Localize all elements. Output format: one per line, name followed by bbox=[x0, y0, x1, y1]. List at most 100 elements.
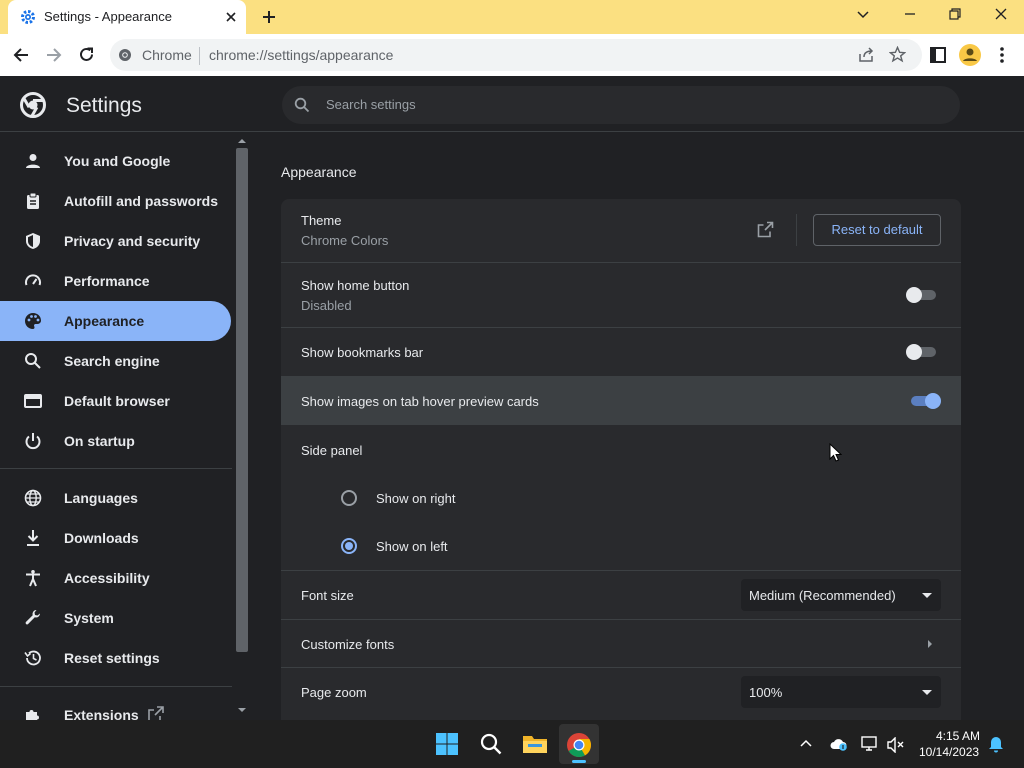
sidebar-item-label: Autofill and passwords bbox=[64, 193, 219, 209]
home-button-toggle[interactable] bbox=[906, 286, 938, 304]
clock-time[interactable]: 4:15 AM bbox=[936, 729, 980, 743]
tab-hover-label: Show images on tab hover preview cards bbox=[301, 394, 539, 409]
reset-to-default-button[interactable]: Reset to default bbox=[813, 214, 941, 246]
reload-icon[interactable] bbox=[78, 46, 95, 63]
sidebar-item-label: Reset settings bbox=[64, 650, 160, 666]
sidebar-item-label: Downloads bbox=[64, 530, 139, 546]
scroll-down-icon[interactable] bbox=[237, 707, 247, 713]
restore-icon[interactable] bbox=[949, 8, 961, 20]
open-in-new-icon[interactable] bbox=[757, 221, 774, 238]
sidebar-item-label: Privacy and security bbox=[64, 233, 201, 249]
scrollbar-thumb[interactable] bbox=[236, 148, 248, 652]
chevron-up-icon[interactable] bbox=[800, 739, 812, 747]
chevron-right-icon[interactable] bbox=[927, 639, 933, 649]
sidebar-item-label: Performance bbox=[64, 273, 150, 289]
clipboard-icon bbox=[27, 192, 39, 209]
sidebar-item-label: Languages bbox=[64, 490, 138, 506]
sidebar-item-label: Accessibility bbox=[64, 570, 150, 586]
chrome-logo-icon bbox=[20, 92, 46, 118]
mouse-cursor-icon bbox=[829, 443, 842, 462]
search-placeholder: Search settings bbox=[326, 97, 416, 112]
section-title: Appearance bbox=[281, 164, 357, 180]
bookmarks-bar-label: Show bookmarks bar bbox=[301, 345, 424, 360]
volume-muted-icon[interactable] bbox=[887, 737, 905, 753]
side-panel-icon[interactable] bbox=[930, 47, 946, 63]
running-indicator bbox=[572, 760, 586, 763]
window-close-icon[interactable] bbox=[995, 8, 1007, 20]
row-divider bbox=[281, 619, 961, 620]
taskbar-search-icon[interactable] bbox=[480, 733, 502, 755]
windows-start-icon[interactable] bbox=[435, 732, 459, 756]
url-text[interactable]: chrome://settings/appearance bbox=[209, 47, 393, 63]
forward-icon[interactable] bbox=[46, 47, 62, 63]
sidebar-divider bbox=[0, 468, 232, 469]
sidebar-item-autofill[interactable]: Autofill and passwords bbox=[0, 181, 231, 221]
font-size-label: Font size bbox=[301, 588, 354, 603]
sidebar-item-default-browser[interactable]: Default browser bbox=[0, 381, 231, 421]
theme-divider bbox=[796, 214, 797, 246]
settings-title: Settings bbox=[66, 94, 142, 117]
sidebar-item-search-engine[interactable]: Search engine bbox=[0, 341, 231, 381]
page-zoom-select[interactable]: 100% bbox=[741, 676, 941, 708]
history-icon bbox=[24, 650, 41, 666]
file-explorer-icon[interactable] bbox=[522, 732, 548, 756]
sidebar-item-label: On startup bbox=[64, 433, 135, 449]
puzzle-icon bbox=[26, 710, 39, 720]
share-icon[interactable] bbox=[858, 47, 874, 63]
globe-icon bbox=[24, 489, 42, 507]
sidebar-item-languages[interactable]: Languages bbox=[0, 478, 231, 518]
back-icon[interactable] bbox=[13, 47, 29, 63]
minimize-icon[interactable] bbox=[904, 8, 916, 20]
font-size-select[interactable]: Medium (Recommended) bbox=[741, 579, 941, 611]
sidebar-item-you-and-google[interactable]: You and Google bbox=[0, 141, 231, 181]
profile-avatar-icon[interactable] bbox=[958, 43, 982, 67]
sidebar-item-performance[interactable]: Performance bbox=[0, 261, 231, 301]
bookmark-star-icon[interactable] bbox=[889, 46, 906, 63]
home-button-label: Show home button bbox=[301, 278, 410, 293]
side-panel-left-label: Show on left bbox=[376, 539, 448, 554]
omnibox-separator bbox=[199, 47, 200, 65]
side-panel-right-radio[interactable] bbox=[341, 490, 357, 506]
new-tab-icon[interactable] bbox=[262, 10, 276, 24]
wrench-icon bbox=[25, 610, 40, 625]
sidebar-item-label: Extensions bbox=[64, 707, 139, 720]
chevron-down-icon[interactable] bbox=[857, 10, 869, 20]
gear-icon bbox=[21, 10, 35, 24]
close-icon[interactable] bbox=[226, 12, 236, 22]
download-icon bbox=[27, 530, 39, 546]
sidebar-item-reset-settings[interactable]: Reset settings bbox=[0, 638, 231, 678]
speedometer-icon bbox=[25, 274, 41, 286]
sidebar-item-label: Appearance bbox=[64, 313, 145, 329]
sidebar-item-system[interactable]: System bbox=[0, 598, 231, 638]
bookmarks-bar-toggle[interactable] bbox=[906, 343, 938, 361]
home-button-status: Disabled bbox=[301, 298, 352, 313]
row-divider bbox=[281, 570, 961, 571]
shield-icon bbox=[26, 233, 40, 249]
clock-date[interactable]: 10/14/2023 bbox=[919, 745, 979, 759]
sidebar-item-on-startup[interactable]: On startup bbox=[0, 421, 231, 461]
active-tab[interactable]: Settings - Appearance bbox=[8, 0, 246, 34]
notification-bell-icon[interactable] bbox=[988, 736, 1004, 753]
tab-hover-toggle[interactable] bbox=[909, 392, 941, 410]
font-size-value: Medium (Recommended) bbox=[749, 588, 896, 603]
palette-icon bbox=[25, 313, 41, 329]
network-icon[interactable] bbox=[861, 736, 879, 752]
row-divider bbox=[281, 262, 961, 263]
more-vert-icon[interactable] bbox=[999, 46, 1005, 64]
sidebar-item-privacy[interactable]: Privacy and security bbox=[0, 221, 231, 261]
sidebar-item-appearance[interactable]: Appearance bbox=[0, 301, 231, 341]
chrome-taskbar-icon bbox=[567, 733, 592, 758]
person-icon bbox=[26, 154, 40, 168]
sidebar-item-accessibility[interactable]: Accessibility bbox=[0, 558, 231, 598]
sidebar-item-downloads[interactable]: Downloads bbox=[0, 518, 231, 558]
onedrive-icon[interactable] bbox=[830, 737, 848, 751]
theme-label: Theme bbox=[301, 213, 342, 228]
dropdown-arrow-icon bbox=[922, 593, 932, 598]
sidebar: You and Google Autofill and passwords Pr… bbox=[0, 132, 234, 720]
sidebar-item-extensions[interactable]: Extensions bbox=[0, 695, 231, 720]
scroll-up-icon[interactable] bbox=[237, 138, 247, 144]
power-icon bbox=[25, 433, 41, 450]
customize-fonts-label[interactable]: Customize fonts bbox=[301, 637, 394, 652]
side-panel-left-radio[interactable] bbox=[341, 538, 357, 554]
open-in-new-icon bbox=[148, 706, 164, 720]
